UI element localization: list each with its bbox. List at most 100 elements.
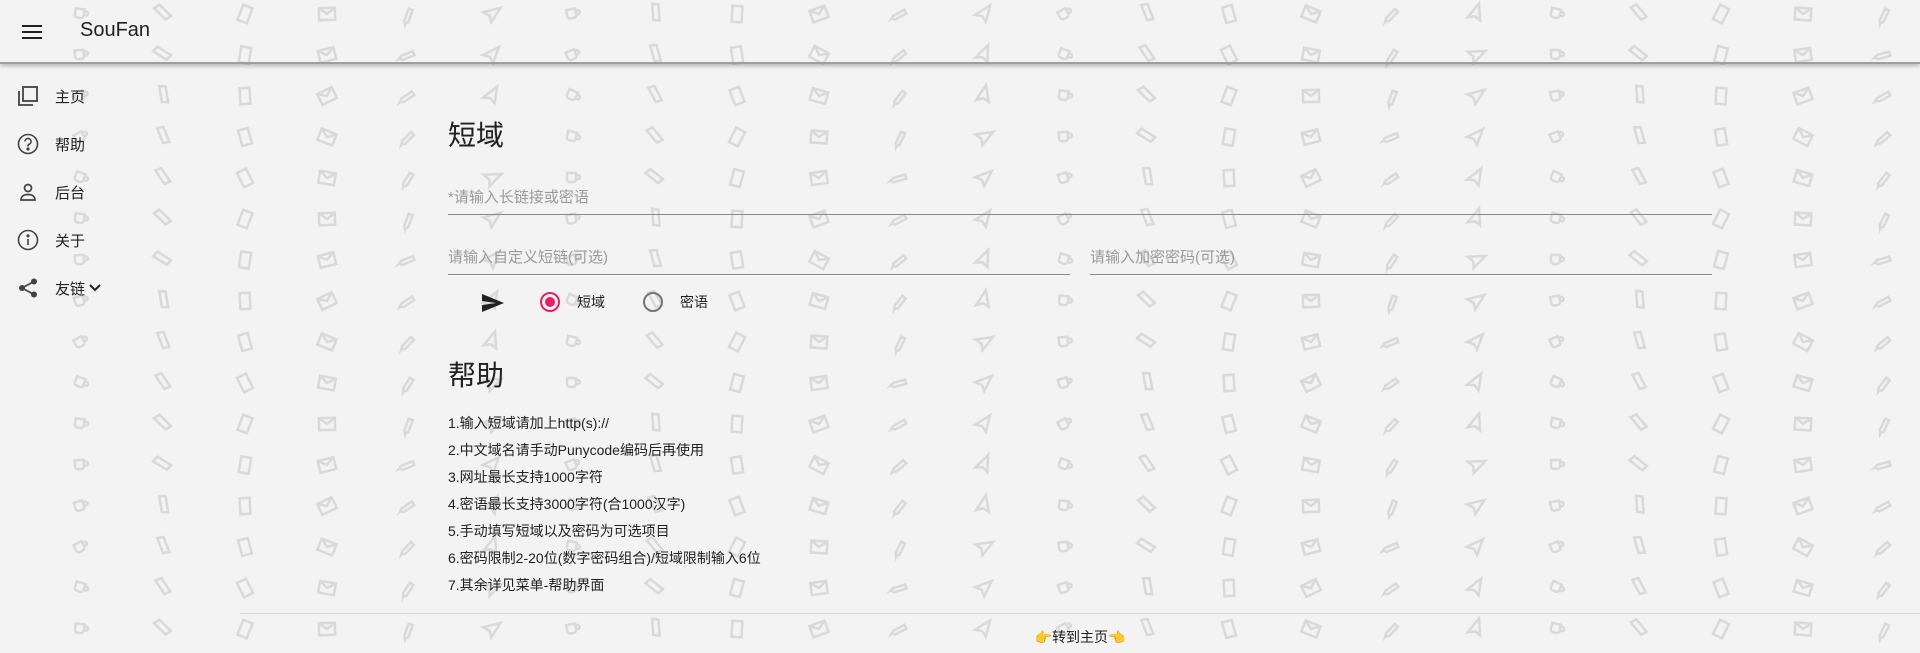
sidebar-item-admin[interactable]: 后台 bbox=[0, 168, 220, 216]
sidebar-item-links[interactable]: 友链 bbox=[0, 264, 220, 312]
pattern-icon bbox=[1871, 500, 1893, 515]
pattern-icon bbox=[479, 83, 499, 107]
pattern-icon bbox=[1870, 255, 1892, 266]
pattern-icon bbox=[1711, 372, 1731, 394]
pattern-icon bbox=[808, 86, 830, 106]
pattern-icon bbox=[1299, 577, 1323, 599]
list-item: 6.密码限制2-20位(数字密码组合)/短域限制输入6位 bbox=[448, 550, 761, 566]
pattern-icon bbox=[973, 491, 991, 515]
pattern-icon bbox=[1136, 290, 1157, 309]
pattern-icon bbox=[1055, 416, 1073, 431]
list-item: 1.输入短域请加上http(s):// bbox=[448, 415, 610, 431]
pattern-icon bbox=[1627, 454, 1649, 472]
pattern-icon bbox=[1378, 131, 1401, 145]
pattern-icon bbox=[1712, 249, 1730, 271]
pattern-icon bbox=[1792, 578, 1814, 598]
pattern-icon bbox=[1547, 129, 1565, 144]
pattern-icon bbox=[1711, 207, 1731, 231]
pattern-icon bbox=[1378, 541, 1401, 555]
pattern-icon bbox=[808, 496, 830, 516]
radio-short-control[interactable] bbox=[540, 292, 560, 312]
pattern-icon bbox=[236, 331, 254, 353]
pattern-icon bbox=[894, 334, 907, 357]
pattern-icon bbox=[973, 81, 991, 105]
pattern-icon bbox=[727, 85, 747, 107]
pattern-icon bbox=[316, 169, 338, 187]
custom-short-input[interactable] bbox=[448, 241, 1070, 273]
sidebar-item-home[interactable]: 主页 bbox=[0, 72, 220, 120]
pattern-icon bbox=[401, 580, 416, 603]
pattern-icon bbox=[1300, 456, 1322, 474]
menu-icon[interactable] bbox=[18, 18, 46, 46]
radio-short[interactable]: 短域 bbox=[540, 292, 605, 312]
pattern-icon bbox=[153, 371, 173, 391]
long-url-input[interactable] bbox=[448, 181, 1712, 213]
pattern-icon bbox=[1549, 416, 1566, 430]
radio-secret-control[interactable] bbox=[643, 292, 663, 312]
pattern-icon bbox=[1299, 372, 1323, 394]
pattern-icon bbox=[1219, 290, 1239, 312]
pattern-icon bbox=[394, 459, 417, 473]
app-title: SouFan bbox=[80, 19, 151, 41]
pattern-icon bbox=[1873, 335, 1892, 354]
pattern-icon bbox=[1548, 499, 1565, 512]
pattern-icon bbox=[480, 328, 498, 352]
pattern-icon bbox=[155, 330, 172, 350]
pattern-icon bbox=[238, 291, 252, 311]
pattern-icon bbox=[1632, 125, 1647, 145]
pattern-icon bbox=[1549, 458, 1566, 471]
sidebar-item-about[interactable]: 关于 bbox=[0, 216, 220, 264]
pattern-icon bbox=[1876, 171, 1892, 192]
list-item: 3.网址最长支持1000字符 bbox=[448, 469, 603, 485]
pattern-icon bbox=[1873, 130, 1892, 149]
pattern-icon bbox=[315, 495, 339, 517]
pattern-icon bbox=[807, 454, 831, 476]
pattern-icon bbox=[1711, 412, 1731, 436]
pattern-icon bbox=[315, 85, 339, 107]
pattern-icon bbox=[238, 86, 252, 106]
radio-secret[interactable]: 密语 bbox=[643, 292, 708, 312]
home-link[interactable]: 👉转到主页👈 bbox=[0, 627, 1920, 647]
pattern-icon bbox=[153, 576, 173, 596]
help-circle-icon bbox=[16, 132, 40, 156]
pattern-icon bbox=[1714, 291, 1728, 311]
pattern-icon bbox=[1141, 576, 1154, 596]
pattern-icon bbox=[1876, 581, 1892, 602]
pattern-icon bbox=[396, 294, 417, 311]
sidebar-item-label: 后台 bbox=[55, 184, 86, 202]
pattern-icon bbox=[1222, 578, 1236, 598]
list-item: 5.手动填写短域以及密码为可选项目 bbox=[448, 523, 670, 539]
pattern-icon bbox=[1139, 412, 1156, 432]
sidebar-item-help[interactable]: 帮助 bbox=[0, 120, 220, 168]
pattern-icon bbox=[1057, 88, 1074, 102]
pattern-icon bbox=[1057, 335, 1074, 348]
pattern-icon bbox=[1714, 86, 1728, 106]
sidebar: 主页 帮助 后台 关于 友链 bbox=[0, 72, 220, 312]
pattern-icon bbox=[1057, 130, 1074, 143]
pattern-icon bbox=[1714, 496, 1728, 516]
pattern-icon bbox=[1793, 416, 1813, 432]
pattern-icon bbox=[1136, 495, 1157, 514]
pattern-icon bbox=[565, 129, 582, 143]
pattern-icon bbox=[1549, 579, 1566, 594]
pattern-icon bbox=[727, 125, 747, 149]
send-button[interactable] bbox=[478, 290, 508, 320]
password-input[interactable] bbox=[1090, 241, 1712, 273]
pattern-icon bbox=[1382, 212, 1400, 232]
pattern-icon bbox=[315, 126, 339, 148]
pattern-icon bbox=[1792, 373, 1814, 393]
pattern-icon bbox=[894, 539, 907, 562]
list-item: 7.其余详见菜单-帮助界面 bbox=[448, 577, 605, 593]
pattern-icon bbox=[1387, 89, 1399, 112]
pattern-icon bbox=[398, 540, 416, 560]
pattern-icon bbox=[1222, 373, 1236, 393]
share-icon bbox=[16, 276, 40, 300]
pattern-icon bbox=[1792, 456, 1814, 474]
pattern-icon bbox=[1873, 540, 1892, 559]
pattern-icon bbox=[565, 87, 582, 102]
pattern-icon bbox=[971, 412, 993, 435]
pattern-icon bbox=[1711, 167, 1731, 189]
pattern-icon bbox=[157, 494, 170, 514]
pattern-icon bbox=[396, 499, 417, 516]
pattern-icon bbox=[73, 374, 90, 389]
